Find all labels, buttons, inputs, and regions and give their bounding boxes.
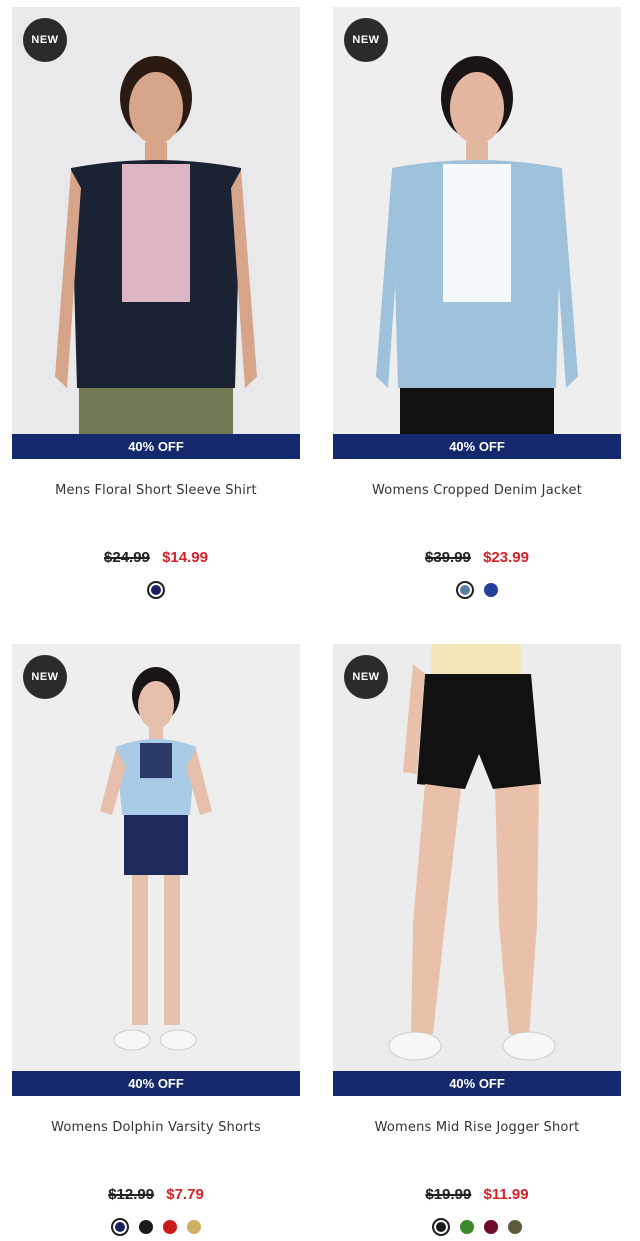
model-shoe [159,1029,197,1051]
model-neck [466,142,488,160]
color-swatch[interactable] [460,1220,474,1234]
color-swatch[interactable] [187,1220,201,1234]
product-name-link[interactable]: Womens Cropped Denim Jacket [333,483,621,501]
product-photo [333,644,621,1071]
original-price: $39.99 [425,549,471,566]
original-price: $19.99 [425,1186,472,1203]
product-card[interactable]: NEW 40% OFF Womens Mid Rise Jogger Short… [333,644,621,1236]
new-badge: NEW [23,18,67,62]
product-name-link[interactable]: Mens Floral Short Sleeve Shirt [12,483,300,501]
discount-banner: 40% OFF [12,1071,300,1096]
price-row: $24.99 $14.99 [12,549,300,569]
product-photo [12,644,300,1071]
model-top-detail [140,743,172,779]
sale-price: $23.99 [483,549,529,566]
color-swatch[interactable] [456,581,474,599]
product-card[interactable]: NEW 40% OFF Womens Cropped Denim Jacket … [333,7,621,599]
model-bottoms [124,815,188,875]
price-row: $12.99 $7.79 [12,1186,300,1206]
price-row: $19.99 $11.99 [333,1186,621,1206]
color-swatch[interactable] [484,583,498,597]
discount-banner: 40% OFF [333,434,621,459]
model-face [129,72,183,144]
color-swatch[interactable] [163,1220,177,1234]
color-swatch[interactable] [432,1218,450,1236]
model-shoe [388,1031,442,1061]
sale-price: $7.79 [166,1186,204,1203]
color-swatch[interactable] [147,581,165,599]
original-price: $24.99 [104,549,150,566]
model-top-detail [443,164,511,302]
color-swatches [333,581,621,599]
product-card[interactable]: NEW 40% OFF Mens Floral Short Sleeve Shi… [12,7,300,599]
sale-price: $14.99 [162,549,208,566]
new-badge: NEW [344,655,388,699]
new-badge: NEW [344,18,388,62]
model-bottoms [79,388,233,434]
new-badge: NEW [23,655,67,699]
color-swatch[interactable] [111,1218,129,1236]
color-swatches [12,581,300,599]
product-image[interactable]: NEW 40% OFF [333,7,621,459]
model-face [450,72,504,144]
model-top [431,644,521,674]
product-card[interactable]: NEW 40% OFF Womens Dolphin Varsity Short… [12,644,300,1236]
model-bottoms [400,388,554,434]
model-neck [145,142,167,160]
model-neck [149,727,163,739]
model-shoe [502,1031,556,1061]
discount-banner: 40% OFF [12,434,300,459]
model-leg [132,875,148,1025]
discount-banner: 40% OFF [333,1071,621,1096]
product-name-link[interactable]: Womens Mid Rise Jogger Short [333,1120,621,1138]
color-swatch[interactable] [508,1220,522,1234]
product-image[interactable]: NEW 40% OFF [333,644,621,1096]
original-price: $12.99 [108,1186,155,1203]
color-swatch[interactable] [484,1220,498,1234]
color-swatches [12,1218,300,1236]
model-top-detail [122,164,190,302]
product-grid: NEW 40% OFF Mens Floral Short Sleeve Shi… [0,0,640,1241]
color-swatch[interactable] [139,1220,153,1234]
sale-price: $11.99 [483,1186,529,1203]
model-leg [164,875,180,1025]
color-swatches [333,1218,621,1236]
product-image[interactable]: NEW 40% OFF [12,644,300,1096]
product-photo [12,7,300,434]
price-row: $39.99 $23.99 [333,549,621,569]
model-shoe [113,1029,151,1051]
model-face [138,681,174,729]
product-photo [333,7,621,434]
product-name-link[interactable]: Womens Dolphin Varsity Shorts [12,1120,300,1138]
product-image[interactable]: NEW 40% OFF [12,7,300,459]
